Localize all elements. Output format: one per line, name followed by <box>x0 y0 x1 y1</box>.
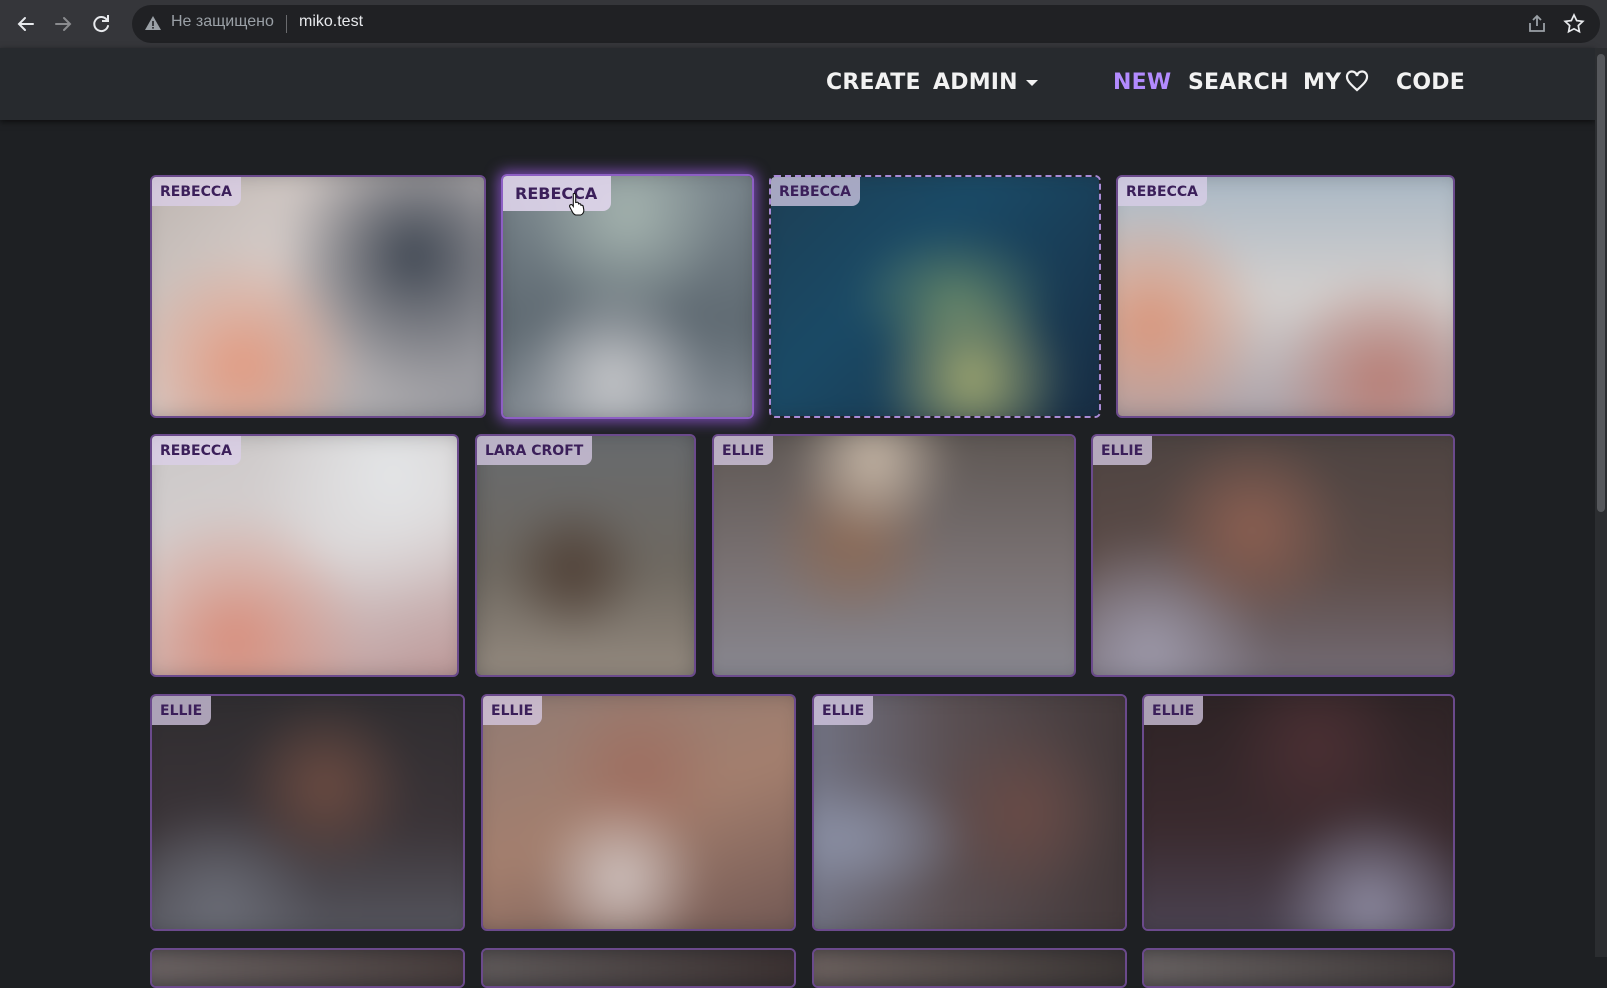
nav-new[interactable]: NEW <box>1113 70 1171 95</box>
gallery-card[interactable]: ELLIE <box>812 694 1127 931</box>
character-tag: REBECCA <box>1118 177 1207 206</box>
gallery-card[interactable]: REBECCA <box>1116 175 1455 418</box>
character-tag: ELLIE <box>1144 696 1204 725</box>
gallery-card[interactable]: ELLIE <box>481 694 796 931</box>
photo-thumbnail <box>152 436 457 675</box>
scrollbar-thumb[interactable] <box>1597 54 1605 512</box>
photo-thumbnail <box>152 177 484 416</box>
scrollbar[interactable] <box>1595 48 1607 957</box>
url-text[interactable]: miko.test <box>299 13 363 31</box>
gallery-card[interactable]: REBECCA <box>501 174 754 419</box>
photo-thumbnail <box>1144 950 1453 986</box>
gallery-card[interactable]: ELLIE <box>712 434 1076 677</box>
browser-toolbar: Не защищено miko.test <box>0 0 1607 48</box>
site-header: CREATE ADMIN NEW SEARCH MY CODE <box>0 48 1595 120</box>
gallery-card[interactable] <box>150 948 465 988</box>
hand-cursor-icon <box>569 192 585 216</box>
gallery-card[interactable]: REBECCA <box>150 175 486 418</box>
back-icon[interactable] <box>12 10 40 38</box>
forward-icon[interactable] <box>49 10 77 38</box>
character-tag: ELLIE <box>714 436 774 465</box>
gallery-card[interactable]: ELLIE <box>1091 434 1455 677</box>
nav-my-label: MY <box>1303 70 1342 95</box>
gallery-card[interactable]: REBECCA <box>769 175 1101 418</box>
security-label[interactable]: Не защищено <box>171 13 274 31</box>
gallery-card[interactable]: ELLIE <box>1142 694 1455 931</box>
nav-my[interactable]: MY <box>1303 70 1369 95</box>
nav-admin[interactable]: ADMIN <box>933 70 1038 95</box>
character-tag: LARA CROFT <box>477 436 593 465</box>
heart-icon <box>1346 70 1369 92</box>
divider <box>286 15 287 33</box>
photo-thumbnail <box>1144 696 1453 929</box>
photo-thumbnail <box>477 436 694 675</box>
character-tag: REBECCA <box>152 177 241 206</box>
gallery-card[interactable]: ELLIE <box>150 694 465 931</box>
star-icon[interactable] <box>1562 12 1586 36</box>
gallery-card[interactable]: REBECCA <box>150 434 459 677</box>
gallery-card[interactable]: LARA CROFT <box>475 434 696 677</box>
reload-icon[interactable] <box>87 10 115 38</box>
character-tag: ELLIE <box>152 696 212 725</box>
photo-thumbnail <box>771 177 1099 416</box>
photo-thumbnail <box>152 696 463 929</box>
photo-thumbnail <box>814 950 1125 986</box>
photo-thumbnail <box>714 436 1074 675</box>
nav-create[interactable]: CREATE <box>826 70 921 95</box>
nav-admin-label: ADMIN <box>933 70 1018 95</box>
gallery-card[interactable] <box>812 948 1127 988</box>
warning-icon[interactable] <box>144 14 162 32</box>
character-tag: REBECCA <box>152 436 241 465</box>
character-tag: ELLIE <box>1093 436 1153 465</box>
gallery: REBECCA REBECCA REBECCA REBECCA REBECCA … <box>0 120 1595 988</box>
gallery-card[interactable] <box>1142 948 1455 988</box>
photo-thumbnail <box>152 950 463 986</box>
photo-thumbnail <box>1118 177 1453 416</box>
chevron-down-icon <box>1025 80 1038 86</box>
gallery-card[interactable] <box>481 948 796 988</box>
nav-code[interactable]: CODE <box>1396 70 1465 95</box>
character-tag: ELLIE <box>814 696 874 725</box>
character-tag: REBECCA <box>771 177 860 206</box>
share-icon[interactable] <box>1525 12 1549 36</box>
character-tag: REBECCA <box>503 176 612 211</box>
nav-search[interactable]: SEARCH <box>1188 70 1289 95</box>
photo-thumbnail <box>483 950 794 986</box>
photo-thumbnail <box>814 696 1125 929</box>
character-tag: ELLIE <box>483 696 543 725</box>
photo-thumbnail <box>483 696 794 929</box>
photo-thumbnail <box>1093 436 1453 675</box>
